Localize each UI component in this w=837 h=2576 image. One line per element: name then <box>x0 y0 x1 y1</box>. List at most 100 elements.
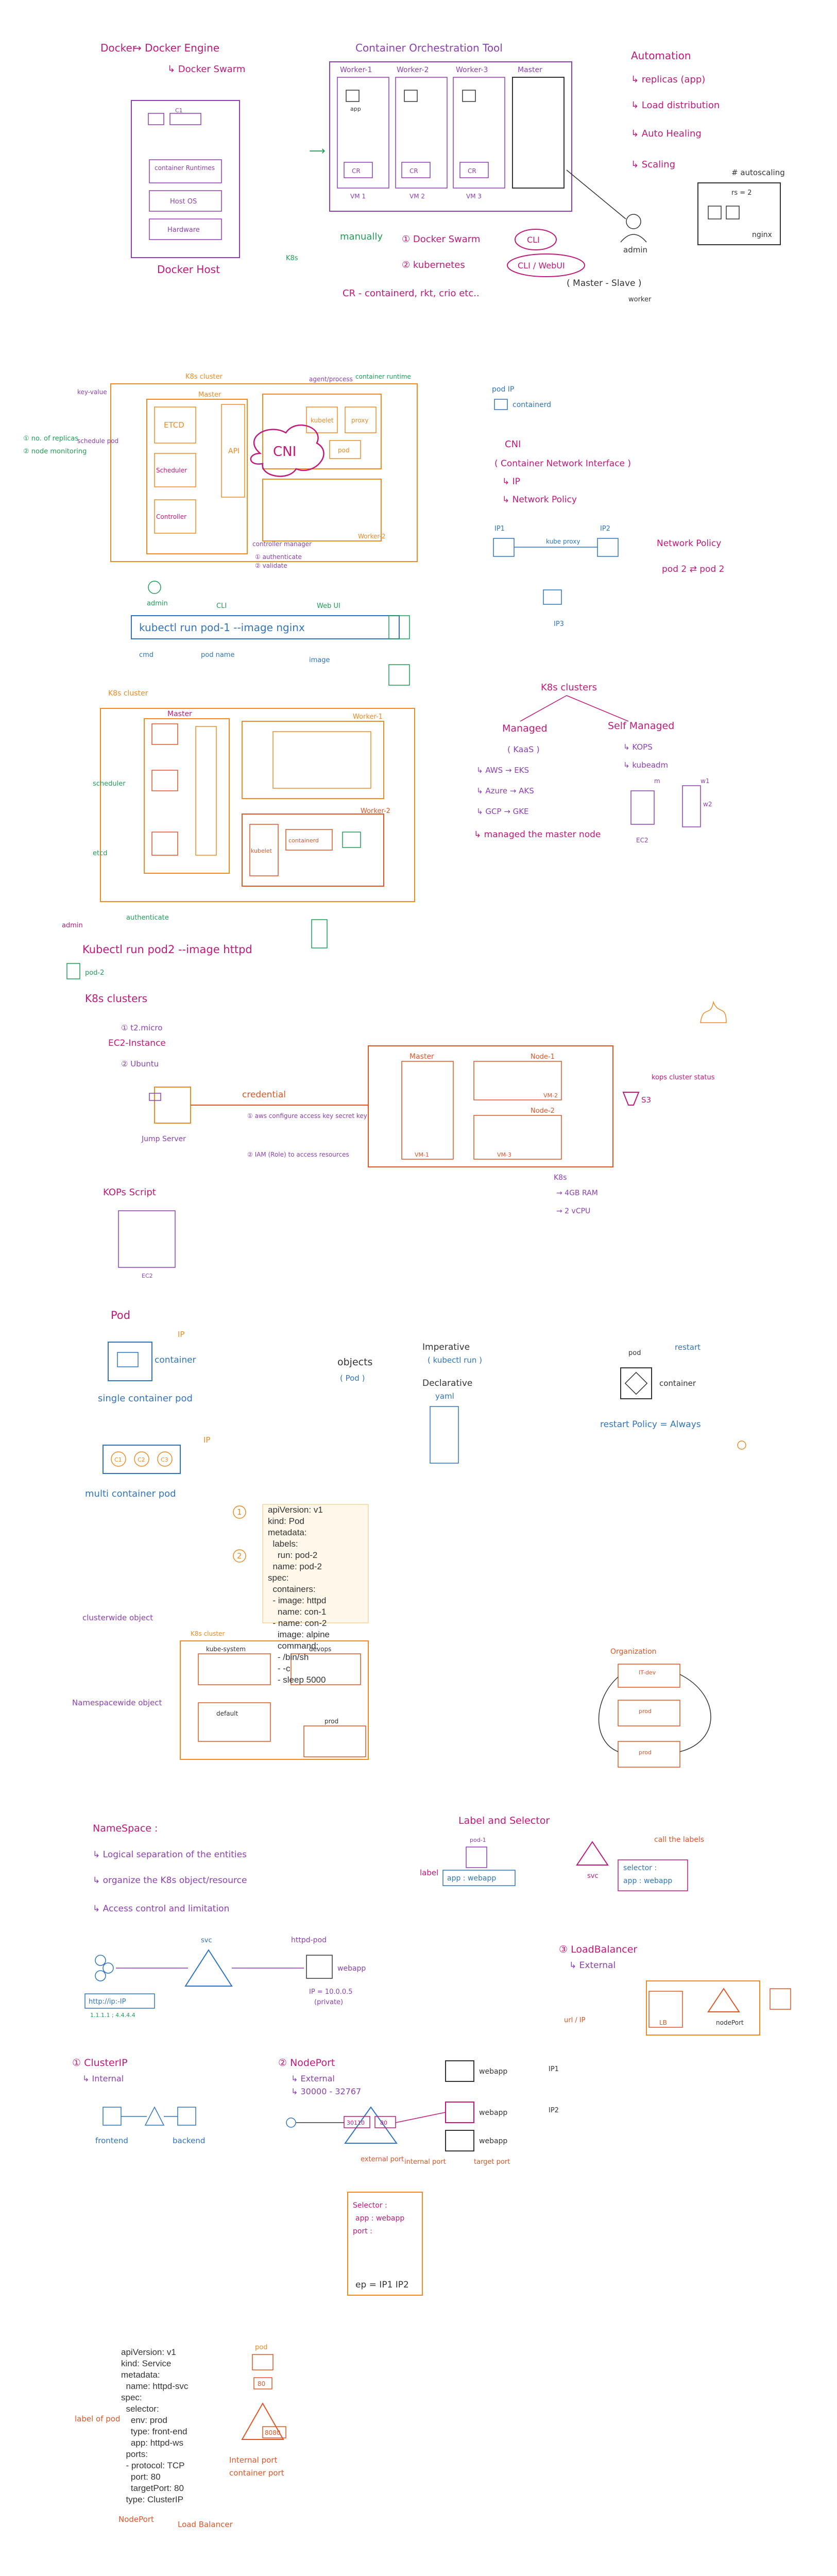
vm1b-label: VM-1 <box>415 1151 429 1158</box>
frontend-label: frontend <box>95 2136 128 2145</box>
service-yaml-line: type: ClusterIP <box>121 2495 183 2504</box>
t2micro-label: ① t2.micro <box>121 1023 162 1032</box>
pod-label: pod <box>338 447 350 454</box>
ip3-note: IP3 <box>554 620 564 628</box>
aws-configure-label: ① aws configure access key secret key <box>247 1112 367 1120</box>
kube-proxy-note: kube proxy <box>546 538 580 545</box>
admin-label: admin <box>623 245 647 255</box>
httpd-pod-label: httpd-pod <box>291 1936 327 1944</box>
prod-label: prod <box>324 1718 338 1725</box>
restart-pod-label: pod <box>628 1349 641 1357</box>
pod3-label: pod-2 <box>85 969 104 977</box>
svc-triangle-2 <box>184 1949 233 1987</box>
backend-label: backend <box>173 2136 205 2145</box>
objects-pod-label: ( Pod ) <box>340 1374 365 1383</box>
pod-yaml-line: - image: httpd <box>268 1596 327 1605</box>
namespace-title: NameSpace : <box>93 1823 158 1834</box>
container-runtimes-label: container Runtimes <box>155 164 215 172</box>
host-os-label: Host OS <box>170 198 197 206</box>
multi-c2-label: C2 <box>138 1456 145 1463</box>
pod-b-box <box>597 538 619 557</box>
prod-ns-box <box>303 1725 366 1757</box>
pod-yaml-line: image: alpine <box>268 1630 330 1639</box>
pod-title: Pod <box>111 1309 130 1321</box>
worker-note: worker <box>628 296 652 303</box>
ip1-note: IP1 <box>494 525 505 533</box>
org-link-left <box>598 1676 619 1752</box>
worker1-title: Worker-1 <box>340 66 372 74</box>
authenticate-note: ① authenticate <box>255 553 302 561</box>
service-yaml-line: type: front-end <box>121 2427 187 2436</box>
w2-label: w2 <box>703 801 712 808</box>
selector-value: app : webapp <box>623 1877 672 1885</box>
master-box <box>512 77 565 189</box>
np-selector-label: Selector : <box>353 2201 387 2210</box>
cluster-title: K8s cluster <box>185 373 223 381</box>
pod-name-note: pod name <box>201 651 234 659</box>
ram-label: → 4GB RAM <box>556 1189 598 1197</box>
container-c1-box <box>148 113 164 125</box>
ec2-k8s-label: K8s <box>554 1174 567 1182</box>
kubelet-label: kubelet <box>311 417 334 424</box>
master-title: Master <box>518 66 542 74</box>
yaml-label: yaml <box>435 1392 454 1401</box>
app-icon-2 <box>404 90 418 102</box>
k8s-tree-branches <box>520 695 629 722</box>
credential-label: credential <box>242 1090 286 1100</box>
service-yaml-line: apiVersion: v1 <box>121 2347 176 2357</box>
imperative-label: Imperative <box>422 1342 470 1352</box>
single-ip-label: IP <box>178 1330 184 1339</box>
lb-svc-triangle <box>707 1988 740 2012</box>
np-webapp-box-2 <box>445 2102 474 2123</box>
pod-yaml-line: apiVersion: v1 <box>268 1505 323 1515</box>
np-port-2: 80 <box>380 2120 387 2126</box>
docker-title: Docker <box>100 42 137 54</box>
single-pod-label: single container pod <box>98 1393 193 1404</box>
worker2-label: Worker-2 <box>358 533 385 540</box>
svc-label: svc <box>587 1872 599 1880</box>
iam-role-label: ② IAM (Role) to access resources <box>247 1151 349 1158</box>
org-link-right <box>679 1674 711 1752</box>
kops-master-label: Master <box>409 1053 434 1061</box>
vm2-label: VM 2 <box>409 193 425 200</box>
restart-dot <box>737 1440 746 1450</box>
lb-title: ③ LoadBalancer <box>559 1944 637 1955</box>
vm2b-label: VM-2 <box>543 1092 558 1099</box>
multi-c3-label: C3 <box>161 1456 168 1463</box>
pod-yaml-line: name: pod-2 <box>268 1562 322 1571</box>
k8s-clusters-title: K8s clusters <box>541 682 597 693</box>
lb-external: ↳ External <box>569 1960 616 1971</box>
pod-ip-box <box>494 399 508 410</box>
kubectl-cmd: kubectl run pod-1 --image nginx <box>139 621 305 634</box>
vm3b-label: VM-3 <box>497 1151 511 1158</box>
worker2-box <box>395 77 448 189</box>
label-of-pod-note: label of pod <box>75 2414 121 2424</box>
internal-port-note-2: Internal port <box>229 2455 277 2465</box>
service-yaml-block: apiVersion: v1 kind: Service metadata: nam… <box>121 2347 188 2505</box>
section-services: svc httpd-pod webapp IP = 10.0.0.5 (priv… <box>72 1936 791 2296</box>
np-ep-label: ep = IP1 IP2 <box>355 2280 409 2290</box>
gke-label: ↳ GCP → GKE <box>476 807 529 816</box>
network-policy-note: Network Policy <box>657 538 721 549</box>
master2-label: Master <box>167 710 192 718</box>
webapp-label: webapp <box>337 1964 366 1973</box>
pod-label-value: app : webapp <box>447 1874 496 1883</box>
admin3-label: admin <box>62 922 83 929</box>
pod-pod-note: pod 2 ⇄ pod 2 <box>662 564 724 574</box>
kops-script-box <box>118 1210 176 1268</box>
pod-yaml-line: containers: <box>268 1584 316 1594</box>
service-yaml-line: ports: <box>121 2449 148 2459</box>
ip-list-label: 1.1.1.1 ; 4.4.4.4 <box>90 2012 135 2019</box>
managed-master-label: ↳ managed the master node <box>474 829 601 840</box>
autoscaling-note: # autoscaling <box>731 168 785 177</box>
nodeport-note: NodePort <box>118 2515 154 2524</box>
service-yaml-line: name: httpd-svc <box>121 2381 189 2391</box>
api-label: API <box>228 447 240 455</box>
np-webapp-box-3 <box>445 2130 474 2151</box>
nodeport-range: ↳ 30000 - 32767 <box>291 2087 361 2096</box>
pod-yaml-line: - -c <box>268 1664 291 1673</box>
worker2-1-label: Worker-1 <box>353 713 383 721</box>
worker3-title: Worker-3 <box>456 66 488 74</box>
note-monitoring: ② node monitoring <box>23 448 87 455</box>
c1-label: C1 <box>175 107 183 114</box>
